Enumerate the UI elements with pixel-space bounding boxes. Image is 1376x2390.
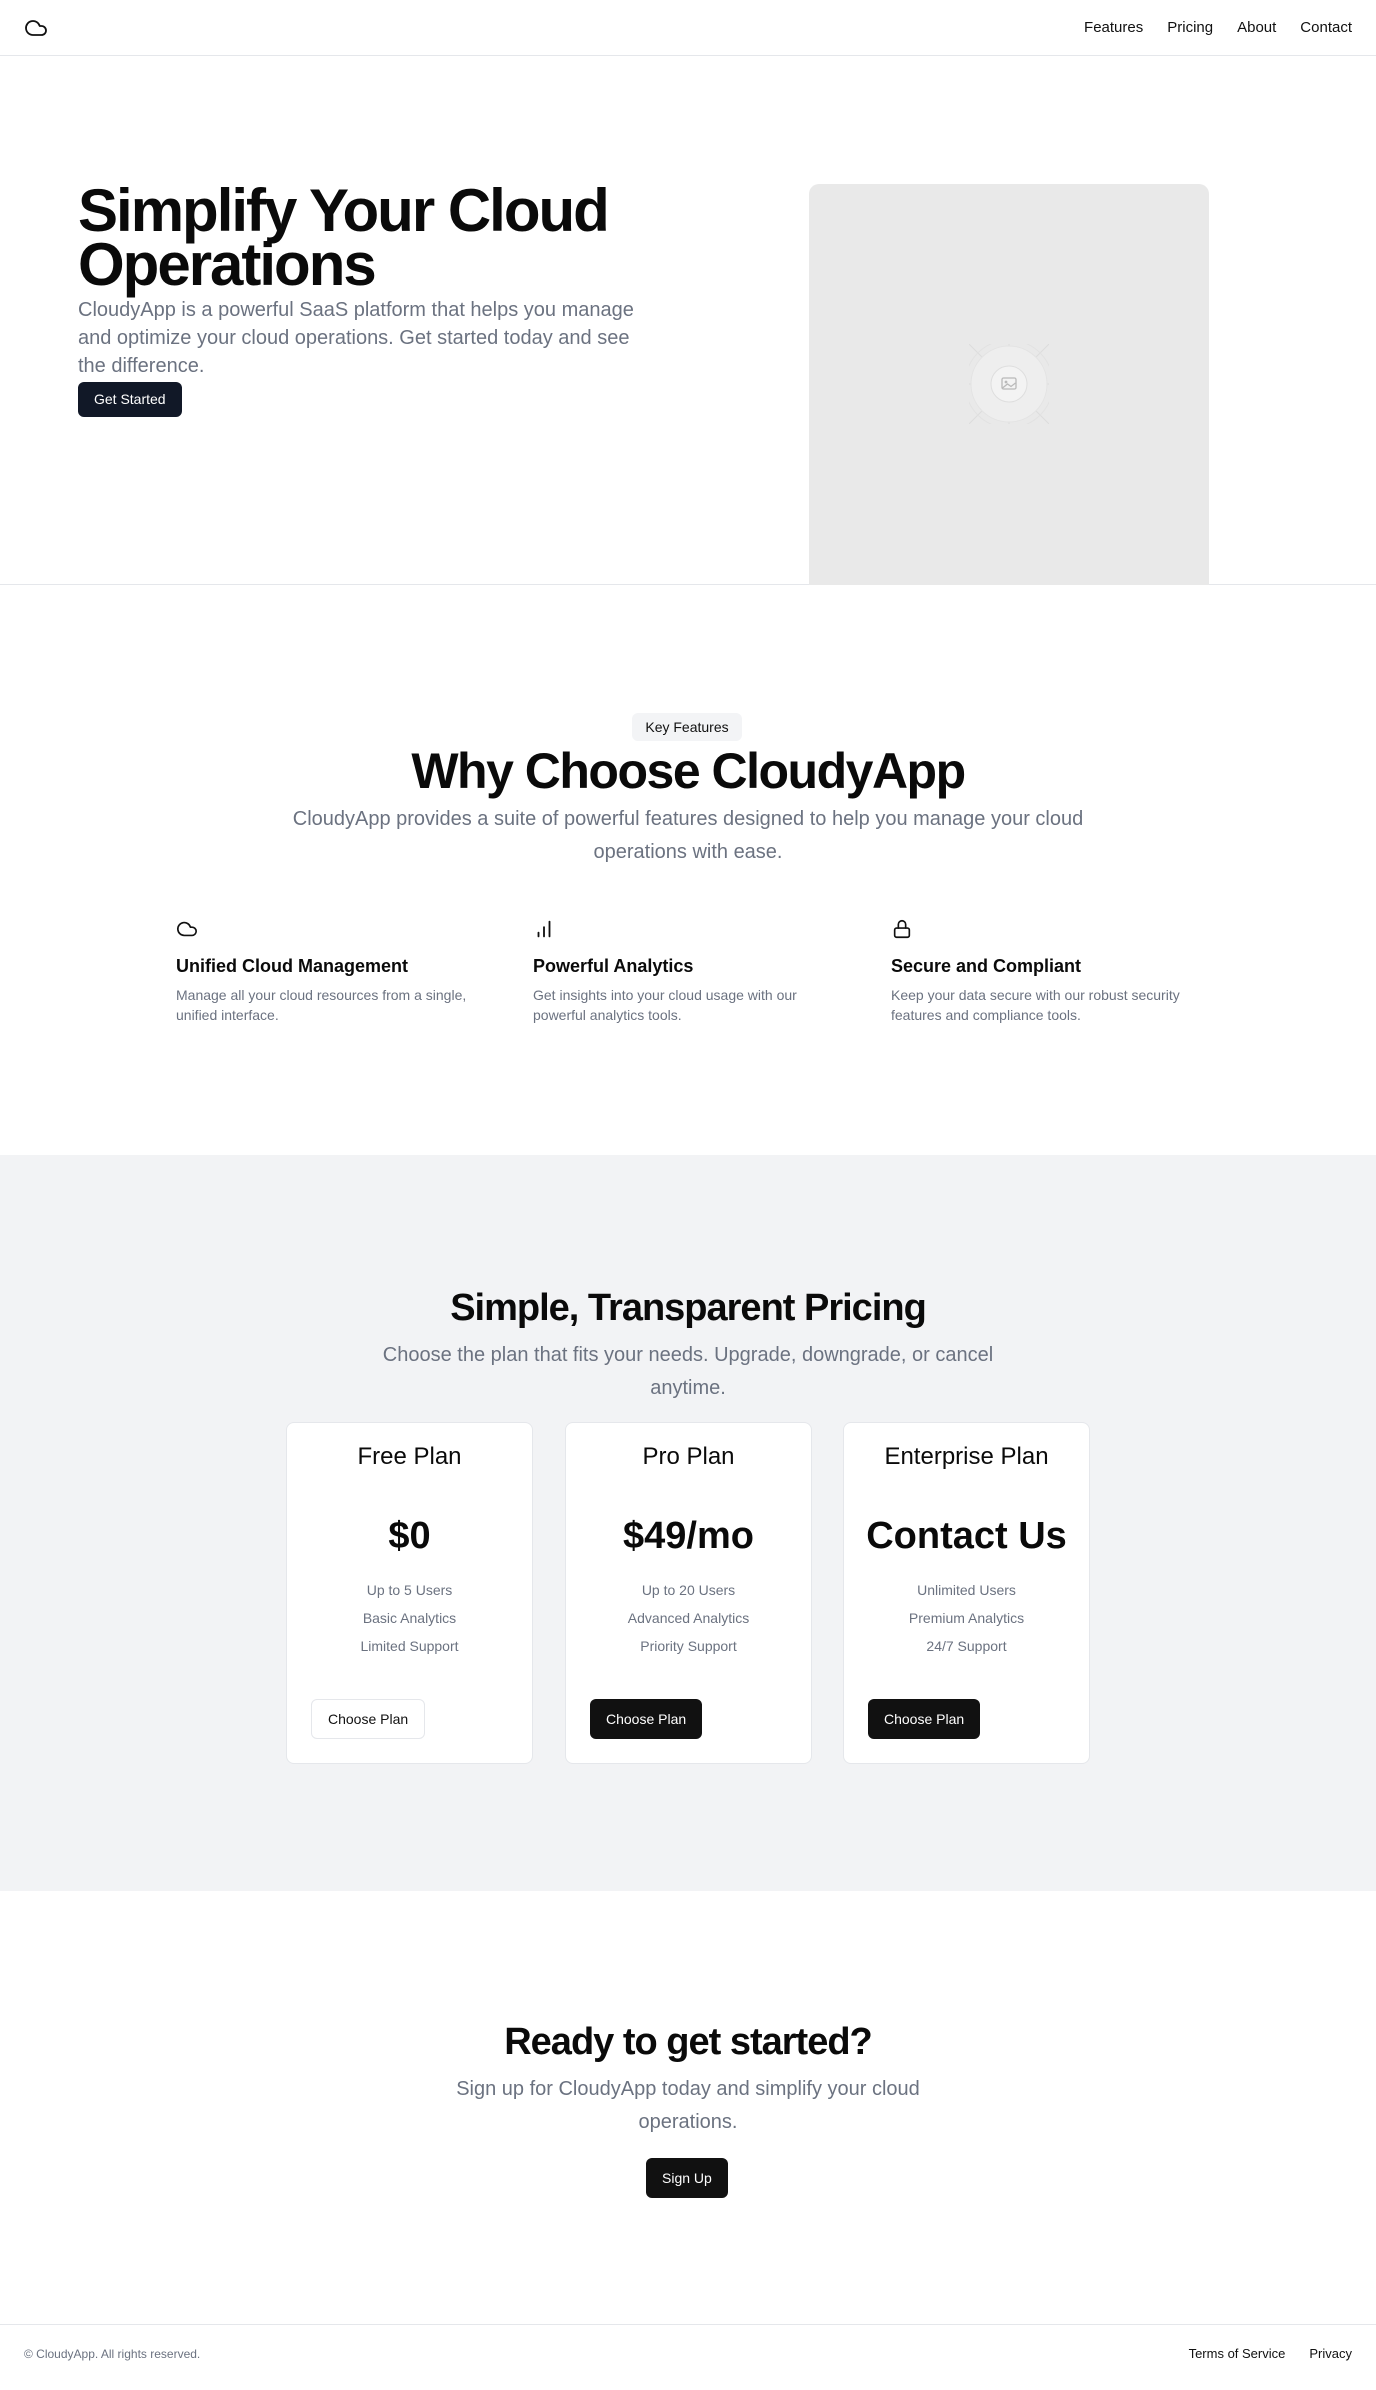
copyright-text: © CloudyApp. All rights reserved. [24, 2346, 201, 2361]
footer-nav: Terms of Service Privacy [1189, 2346, 1352, 2361]
privacy-link[interactable]: Privacy [1309, 2346, 1352, 2361]
choose-plan-button-enterprise[interactable]: Choose Plan [868, 1699, 981, 1739]
feature-card-analytics: Powerful Analytics Get insights into you… [533, 918, 853, 1025]
pricing-description: Choose the plan that fits your needs. Up… [382, 1344, 994, 1399]
cta-title: Ready to get started? [504, 2021, 873, 2063]
features-title: Why Choose CloudyApp [411, 743, 966, 799]
choose-plan-button-pro[interactable]: Choose Plan [590, 1699, 703, 1739]
nav-link-about[interactable]: About [1237, 19, 1276, 36]
feature-title: Powerful Analytics [533, 956, 694, 976]
feature-description: Keep your data secure with our robust se… [891, 987, 1180, 1023]
plan-feature-list: Up to 5 Users Basic Analytics Limited Su… [287, 1576, 532, 1660]
bar-chart-icon [537, 920, 551, 938]
hero-text: Simplify Your Cloud Operations CloudyApp… [78, 177, 638, 417]
features-section: Key Features Why Choose CloudyApp Cloudy… [0, 585, 1376, 1155]
plan-feature: 24/7 Support [926, 1638, 1007, 1654]
pricing-title: Simple, Transparent Pricing [450, 1287, 927, 1329]
hero-section: Simplify Your Cloud Operations CloudyApp… [0, 56, 1376, 585]
nav-link-features[interactable]: Features [1084, 19, 1143, 36]
plan-feature: Limited Support [360, 1638, 459, 1654]
feature-description: Get insights into your cloud usage with … [533, 987, 797, 1023]
plan-feature: Basic Analytics [362, 1610, 457, 1626]
lock-icon [893, 919, 911, 939]
plan-card-free: Free Plan $0 Up to 5 Users Basic Analyti… [286, 1422, 533, 1764]
plan-feature: Advanced Analytics [627, 1610, 750, 1626]
nav-link-contact[interactable]: Contact [1300, 19, 1352, 36]
hero-image-placeholder [809, 184, 1209, 585]
plan-card-pro: Pro Plan $49/mo Up to 20 Users Advanced … [565, 1422, 812, 1764]
plan-price: Contact Us [866, 1515, 1067, 1557]
feature-title: Unified Cloud Management [176, 956, 409, 976]
cloud-icon [177, 921, 197, 937]
get-started-button[interactable]: Get Started [78, 382, 182, 417]
cta-section: Ready to get started? Sign up for Cloudy… [0, 1891, 1376, 2325]
cloud-icon [25, 19, 47, 36]
plan-feature: Up to 5 Users [366, 1582, 453, 1598]
plan-feature: Priority Support [640, 1638, 737, 1654]
image-placeholder-icon [969, 344, 1049, 424]
plan-feature: Up to 20 Users [641, 1582, 736, 1598]
nav-link-pricing[interactable]: Pricing [1167, 19, 1213, 36]
plan-price: $49/mo [623, 1515, 754, 1557]
hero-description: CloudyApp is a powerful SaaS platform th… [78, 299, 634, 377]
site-header: Features Pricing About Contact [0, 0, 1376, 56]
main-nav: Features Pricing About Contact [1084, 19, 1352, 36]
logo-link[interactable] [24, 16, 48, 40]
plan-card-enterprise: Enterprise Plan Contact Us Unlimited Use… [843, 1422, 1090, 1764]
plan-feature-list: Up to 20 Users Advanced Analytics Priori… [566, 1576, 811, 1660]
choose-plan-button-free[interactable]: Choose Plan [311, 1699, 426, 1739]
plan-feature: Unlimited Users [917, 1582, 1016, 1598]
plan-name: Pro Plan [642, 1443, 735, 1470]
plan-name: Enterprise Plan [884, 1443, 1049, 1470]
plan-feature-list: Unlimited Users Premium Analytics 24/7 S… [844, 1576, 1089, 1660]
plan-name: Free Plan [357, 1443, 462, 1470]
cta-description: Sign up for CloudyApp today and simplify… [456, 2078, 920, 2133]
plan-price: $0 [388, 1515, 431, 1557]
key-features-badge: Key Features [632, 713, 742, 741]
feature-card-cloud-management: Unified Cloud Management Manage all your… [176, 918, 496, 1025]
sign-up-button[interactable]: Sign Up [646, 2158, 728, 2198]
feature-card-security: Secure and Compliant Keep your data secu… [891, 918, 1211, 1025]
feature-title: Secure and Compliant [891, 956, 1082, 976]
features-description: CloudyApp provides a suite of powerful f… [292, 808, 1084, 863]
feature-description: Manage all your cloud resources from a s… [176, 987, 467, 1023]
pricing-section: Simple, Transparent Pricing Choose the p… [0, 1155, 1376, 1891]
plan-feature: Premium Analytics [908, 1610, 1025, 1626]
site-footer: © CloudyApp. All rights reserved. Terms … [0, 2325, 1376, 2382]
terms-of-service-link[interactable]: Terms of Service [1189, 2346, 1286, 2361]
hero-title: Simplify Your Cloud Operations [78, 177, 610, 298]
